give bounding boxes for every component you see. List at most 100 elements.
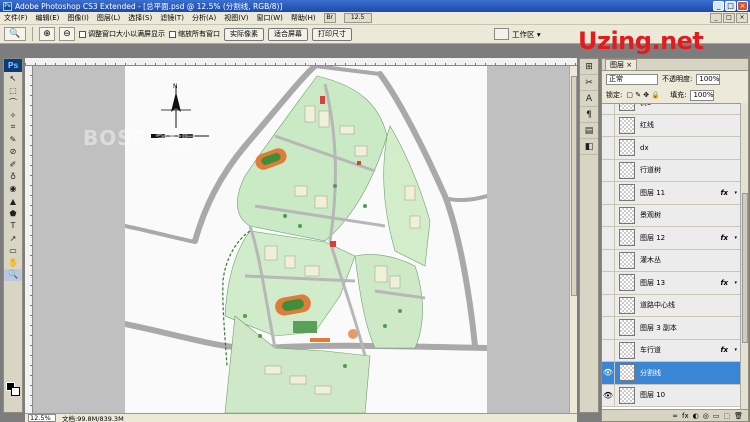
layer-comps-panel-icon[interactable]: ▤ — [580, 124, 598, 139]
channels-panel-icon[interactable]: ◧ — [580, 140, 598, 155]
eraser-tool-icon[interactable]: ▲ — [4, 195, 22, 207]
layer-row[interactable]: 图层 12 fx ▾ — [602, 227, 740, 250]
layer-row[interactable]: 景观树 — [602, 204, 740, 227]
layer-row[interactable]: 树5 — [602, 104, 740, 115]
healing-brush-tool-icon[interactable]: ⊘ — [4, 146, 22, 158]
adjustment-layer-icon[interactable]: ◎ — [703, 412, 709, 420]
layer-row[interactable]: 👁 分割线 — [602, 362, 740, 385]
menu-select[interactable]: 选择(S) — [128, 13, 152, 23]
zoom-all-windows-checkbox[interactable]: 缩放所有窗口 — [169, 29, 220, 39]
type-tool-icon[interactable]: T — [4, 220, 22, 232]
tool-presets-panel-icon[interactable]: ✂ — [580, 76, 598, 91]
actual-pixels-button[interactable]: 实际像素 — [224, 27, 264, 41]
history-brush-tool-icon[interactable]: ◉ — [4, 183, 22, 195]
zoom-out-icon[interactable]: ⊖ — [59, 27, 75, 41]
visibility-eye-icon[interactable] — [602, 204, 615, 226]
visibility-eye-icon[interactable] — [602, 294, 615, 316]
visibility-eye-icon[interactable] — [602, 137, 615, 159]
visibility-eye-icon[interactable] — [602, 317, 615, 339]
visibility-eye-icon[interactable] — [602, 182, 615, 204]
menu-image[interactable]: 图像(I) — [67, 13, 89, 23]
zoom-level-field[interactable]: 12.5% — [28, 414, 56, 422]
zoom-dropdown[interactable]: 12.5 — [343, 13, 372, 23]
shape-tool-icon[interactable]: ▭ — [4, 244, 22, 256]
visibility-eye-icon[interactable] — [602, 227, 615, 249]
navigator-panel-icon[interactable]: ⊞ — [580, 60, 598, 75]
expand-effects-icon[interactable]: ▾ — [734, 347, 737, 353]
layer-row[interactable]: 灌木丛 — [602, 249, 740, 272]
workspace-menu[interactable]: 工作区 ▾ — [494, 28, 541, 40]
visibility-eye-icon[interactable] — [602, 114, 615, 136]
layer-row[interactable]: 行道树 — [602, 159, 740, 182]
layers-scrollbar[interactable] — [740, 103, 748, 409]
layer-effects-icon[interactable]: fx — [720, 346, 728, 354]
visibility-eye-icon[interactable] — [602, 339, 615, 361]
magic-wand-tool-icon[interactable]: ✧ — [4, 109, 22, 121]
menu-file[interactable]: 文件(F) — [4, 13, 28, 23]
close-button[interactable]: × — [737, 1, 748, 11]
layer-row[interactable]: dx — [602, 137, 740, 160]
paragraph-panel-icon[interactable]: ¶ — [580, 108, 598, 123]
fill-input[interactable]: 100% — [690, 89, 715, 101]
blend-mode-select[interactable]: 正常 — [606, 73, 658, 85]
resize-windows-checkbox[interactable]: 调整窗口大小以满屏显示 — [79, 29, 165, 39]
layer-effects-icon[interactable]: fx — [720, 234, 728, 242]
path-selection-tool-icon[interactable]: ↗ — [4, 232, 22, 244]
print-size-button[interactable]: 打印尺寸 — [312, 27, 352, 41]
doc-restore-button[interactable]: □ — [723, 13, 735, 23]
new-group-icon[interactable]: ▭ — [713, 412, 720, 420]
hand-tool-icon[interactable]: ✋ — [4, 256, 22, 268]
minimize-button[interactable]: _ — [713, 1, 724, 11]
layer-row[interactable]: 图层 3 副本 — [602, 317, 740, 340]
layer-row[interactable]: 车行道 fx ▾ — [602, 339, 740, 362]
visibility-eye-icon[interactable] — [602, 104, 615, 114]
layer-row[interactable]: 道路中心线 — [602, 294, 740, 317]
layer-style-icon[interactable]: fx — [682, 412, 689, 420]
visibility-eye-icon[interactable] — [602, 159, 615, 181]
layer-row[interactable]: 图层 11 fx ▾ — [602, 182, 740, 205]
zoom-tool-preset-icon[interactable]: 🔍 — [4, 27, 26, 41]
new-layer-icon[interactable]: ⬚ — [723, 412, 730, 420]
scroll-thumb[interactable] — [571, 76, 577, 296]
visibility-eye-icon[interactable]: 👁 — [602, 384, 615, 406]
expand-effects-icon[interactable]: ▾ — [734, 235, 737, 241]
layer-row[interactable]: 红线 — [602, 114, 740, 137]
fit-screen-button[interactable]: 适合屏幕 — [268, 27, 308, 41]
visibility-eye-icon[interactable] — [602, 272, 615, 294]
canvas-vertical-scrollbar[interactable] — [569, 66, 577, 413]
layers-scroll-thumb[interactable] — [742, 193, 748, 343]
gradient-tool-icon[interactable]: ⬟ — [4, 207, 22, 219]
visibility-eye-icon[interactable] — [602, 249, 615, 271]
menu-help[interactable]: 帮助(H) — [291, 13, 316, 23]
menu-analysis[interactable]: 分析(A) — [192, 13, 216, 23]
opacity-input[interactable]: 100% — [696, 73, 721, 85]
marquee-tool-icon[interactable]: ⬚ — [4, 84, 22, 96]
vertical-ruler[interactable] — [25, 66, 33, 413]
move-tool-icon[interactable]: ↖ — [4, 72, 22, 84]
layer-row[interactable]: 👁 图层 10 — [602, 384, 740, 407]
menu-filter[interactable]: 滤镜(T) — [160, 13, 184, 23]
layer-mask-icon[interactable]: ◐ — [693, 412, 699, 420]
trash-icon[interactable]: 🗑 — [734, 412, 743, 420]
layer-row[interactable]: 图层 13 fx ▾ — [602, 272, 740, 295]
menu-edit[interactable]: 编辑(E) — [36, 13, 60, 23]
menu-layer[interactable]: 图层(L) — [97, 13, 120, 23]
expand-effects-icon[interactable]: ▾ — [734, 280, 737, 286]
menu-window[interactable]: 窗口(W) — [256, 13, 282, 23]
character-panel-icon[interactable]: A — [580, 92, 598, 107]
visibility-eye-icon[interactable]: 👁 — [602, 362, 615, 384]
link-layers-icon[interactable]: ∞ — [672, 412, 678, 420]
horizontal-ruler[interactable] — [25, 58, 577, 66]
background-color-swatch[interactable] — [11, 387, 20, 396]
menu-view[interactable]: 视图(V) — [224, 13, 248, 23]
zoom-in-icon[interactable]: ⊕ — [39, 27, 55, 41]
bridge-button[interactable]: Br — [323, 13, 336, 23]
eyedropper-tool-icon[interactable]: ✎ — [4, 133, 22, 145]
brush-tool-icon[interactable]: ✐ — [4, 158, 22, 170]
expand-effects-icon[interactable]: ▾ — [734, 190, 737, 196]
zoom-tool-icon[interactable]: 🔍 — [4, 268, 22, 282]
layer-effects-icon[interactable]: fx — [720, 279, 728, 287]
document-canvas[interactable]: N — [122, 66, 490, 413]
canvas-area[interactable]: N BOSS 资源 — [33, 66, 569, 413]
layer-effects-icon[interactable]: fx — [720, 189, 728, 197]
